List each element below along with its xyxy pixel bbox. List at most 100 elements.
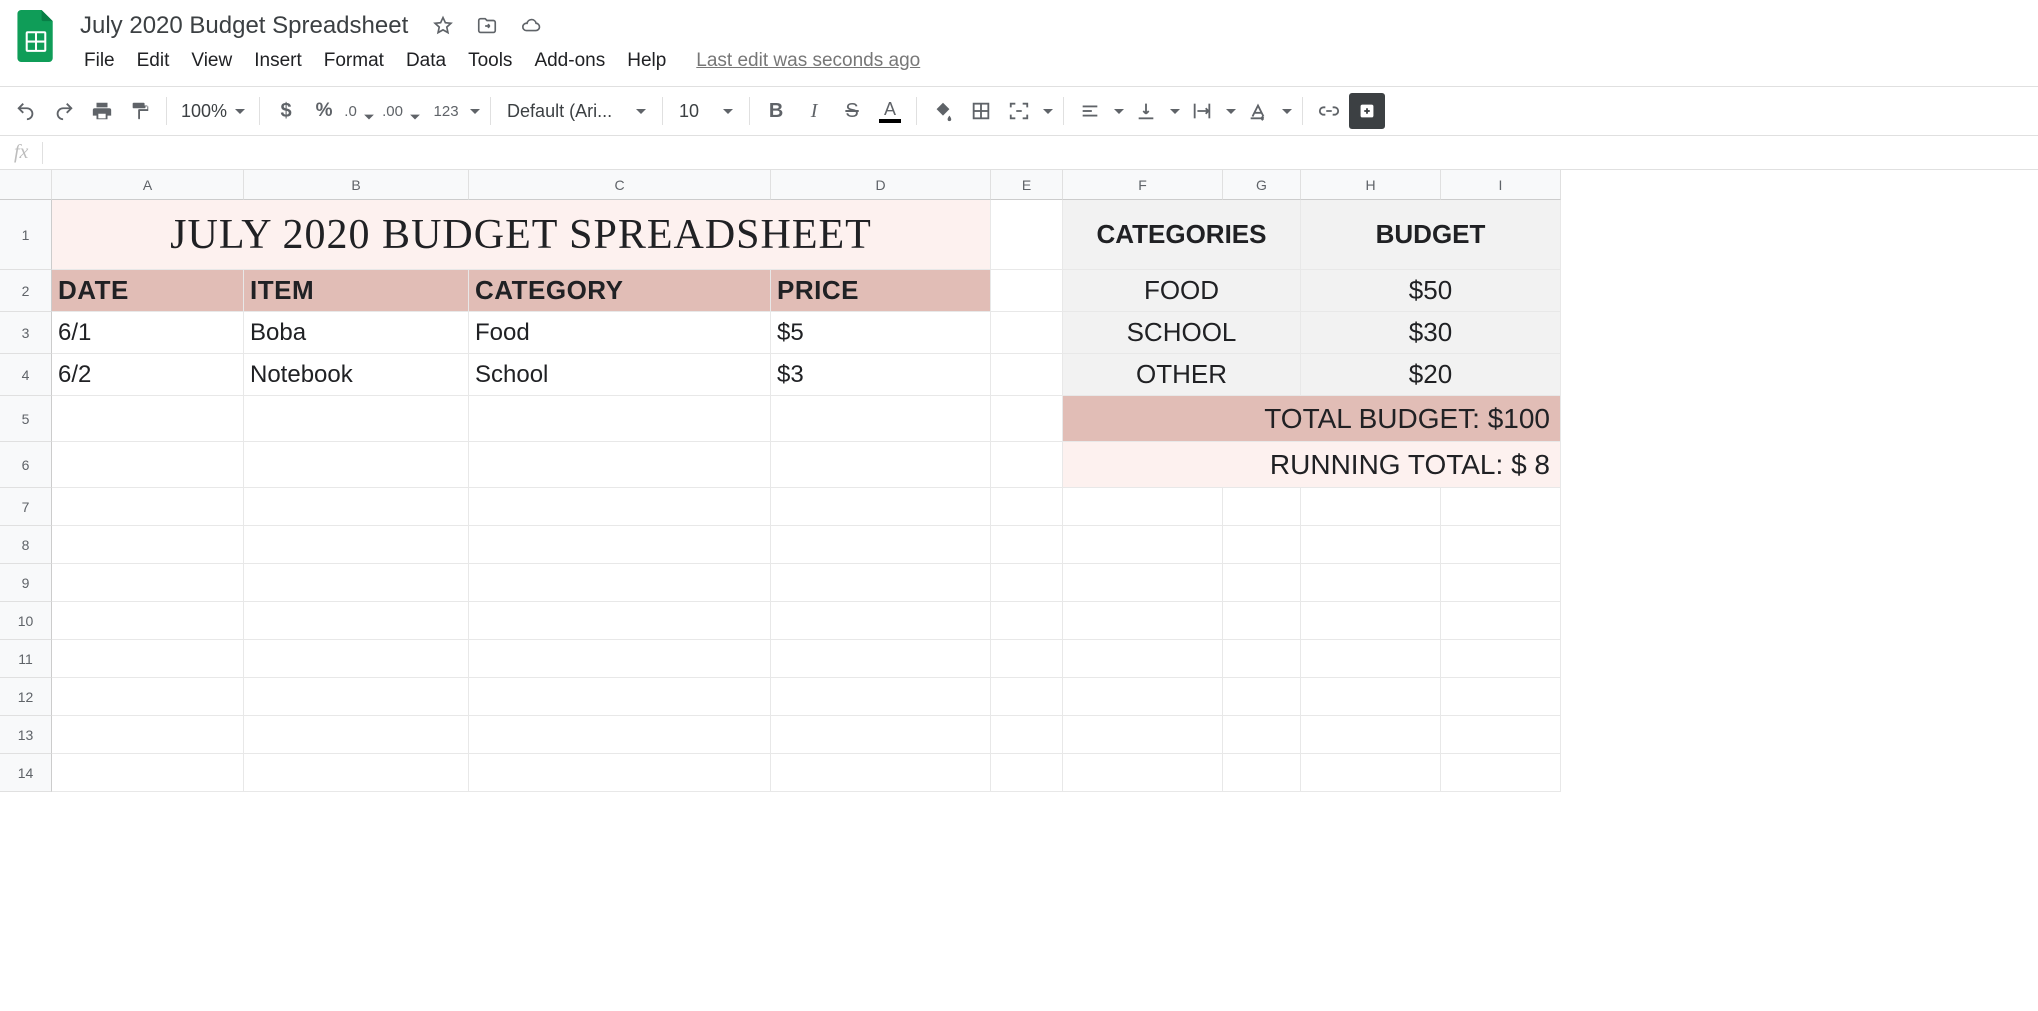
cell[interactable] bbox=[1063, 678, 1223, 716]
menu-addons[interactable]: Add-ons bbox=[524, 46, 615, 76]
cell[interactable] bbox=[771, 678, 991, 716]
cell[interactable] bbox=[469, 396, 771, 442]
menu-view[interactable]: View bbox=[181, 46, 242, 76]
insert-comment-button[interactable] bbox=[1349, 93, 1385, 129]
cell[interactable] bbox=[244, 396, 469, 442]
cell[interactable] bbox=[244, 526, 469, 564]
spreadsheet-grid[interactable]: ABCDEFGHI 1234567891011121314 JULY 2020 … bbox=[0, 170, 2038, 970]
cell[interactable] bbox=[1301, 678, 1441, 716]
cell[interactable] bbox=[52, 640, 244, 678]
entry-date[interactable]: 6/2 bbox=[52, 354, 244, 396]
row-header-11[interactable]: 11 bbox=[0, 640, 52, 678]
cell[interactable] bbox=[52, 564, 244, 602]
row-header-10[interactable]: 10 bbox=[0, 602, 52, 640]
cat-0[interactable]: FOOD bbox=[1063, 270, 1301, 312]
cell[interactable] bbox=[469, 526, 771, 564]
cell[interactable] bbox=[991, 442, 1063, 488]
entry-item[interactable]: Boba bbox=[244, 312, 469, 354]
decrease-decimal-button[interactable]: .0 bbox=[344, 93, 380, 129]
cell[interactable] bbox=[1441, 640, 1561, 678]
cell[interactable] bbox=[1063, 602, 1223, 640]
cell[interactable] bbox=[1441, 488, 1561, 526]
paint-format-button[interactable] bbox=[122, 93, 158, 129]
cell[interactable] bbox=[244, 564, 469, 602]
borders-button[interactable] bbox=[963, 93, 999, 129]
cloud-status-icon[interactable] bbox=[516, 11, 546, 41]
italic-button[interactable]: I bbox=[796, 93, 832, 129]
cell[interactable] bbox=[991, 716, 1063, 754]
cell[interactable] bbox=[1063, 564, 1223, 602]
cell[interactable] bbox=[1301, 602, 1441, 640]
strikethrough-button[interactable]: S bbox=[834, 93, 870, 129]
last-edit-link[interactable]: Last edit was seconds ago bbox=[696, 50, 920, 72]
column-header-E[interactable]: E bbox=[991, 170, 1063, 200]
cell[interactable] bbox=[469, 488, 771, 526]
cell[interactable] bbox=[1223, 754, 1301, 792]
cell[interactable] bbox=[771, 526, 991, 564]
cell[interactable] bbox=[771, 602, 991, 640]
horizontal-align-dropdown[interactable] bbox=[1072, 93, 1126, 129]
budget-header[interactable]: BUDGET bbox=[1301, 200, 1561, 270]
cell[interactable] bbox=[991, 354, 1063, 396]
cell[interactable] bbox=[1223, 526, 1301, 564]
menu-help[interactable]: Help bbox=[617, 46, 676, 76]
cell[interactable] bbox=[1301, 526, 1441, 564]
entry-date[interactable]: 6/1 bbox=[52, 312, 244, 354]
entry-category[interactable]: School bbox=[469, 354, 771, 396]
cell[interactable] bbox=[469, 442, 771, 488]
menu-file[interactable]: File bbox=[74, 46, 125, 76]
row-header-5[interactable]: 5 bbox=[0, 396, 52, 442]
cell[interactable] bbox=[1441, 602, 1561, 640]
cell[interactable] bbox=[991, 678, 1063, 716]
cell[interactable] bbox=[469, 754, 771, 792]
column-header-F[interactable]: F bbox=[1063, 170, 1223, 200]
increase-decimal-button[interactable]: .00 bbox=[382, 93, 426, 129]
menu-data[interactable]: Data bbox=[396, 46, 456, 76]
zoom-dropdown[interactable]: 100% bbox=[175, 101, 251, 122]
header-category[interactable]: CATEGORY bbox=[469, 270, 771, 312]
categories-header[interactable]: CATEGORIES bbox=[1063, 200, 1301, 270]
move-to-folder-icon[interactable] bbox=[472, 11, 502, 41]
cell[interactable] bbox=[1223, 640, 1301, 678]
cell[interactable] bbox=[1441, 678, 1561, 716]
cell[interactable] bbox=[1223, 564, 1301, 602]
cell[interactable] bbox=[52, 754, 244, 792]
column-header-H[interactable]: H bbox=[1301, 170, 1441, 200]
entry-item[interactable]: Notebook bbox=[244, 354, 469, 396]
fill-color-button[interactable] bbox=[925, 93, 961, 129]
cell[interactable] bbox=[771, 716, 991, 754]
menu-edit[interactable]: Edit bbox=[127, 46, 180, 76]
menu-tools[interactable]: Tools bbox=[458, 46, 522, 76]
cell[interactable] bbox=[52, 678, 244, 716]
cell[interactable] bbox=[52, 716, 244, 754]
row-header-12[interactable]: 12 bbox=[0, 678, 52, 716]
cat-1[interactable]: SCHOOL bbox=[1063, 312, 1301, 354]
cell[interactable] bbox=[1223, 488, 1301, 526]
cell[interactable] bbox=[244, 488, 469, 526]
column-header-C[interactable]: C bbox=[469, 170, 771, 200]
formula-input[interactable] bbox=[43, 136, 2038, 169]
cell[interactable] bbox=[771, 640, 991, 678]
text-color-button[interactable]: A bbox=[872, 93, 908, 129]
cell[interactable] bbox=[991, 200, 1063, 270]
cell[interactable] bbox=[991, 312, 1063, 354]
cell[interactable] bbox=[244, 716, 469, 754]
text-rotation-dropdown[interactable] bbox=[1240, 93, 1294, 129]
column-header-I[interactable]: I bbox=[1441, 170, 1561, 200]
entry-price[interactable]: $3 bbox=[771, 354, 991, 396]
vertical-align-dropdown[interactable] bbox=[1128, 93, 1182, 129]
cell[interactable] bbox=[771, 442, 991, 488]
bold-button[interactable]: B bbox=[758, 93, 794, 129]
print-button[interactable] bbox=[84, 93, 120, 129]
header-date[interactable]: DATE bbox=[52, 270, 244, 312]
row-header-2[interactable]: 2 bbox=[0, 270, 52, 312]
cell[interactable] bbox=[1223, 678, 1301, 716]
format-percent-button[interactable]: % bbox=[306, 93, 342, 129]
cell[interactable] bbox=[469, 564, 771, 602]
title-cell[interactable]: JULY 2020 BUDGET SPREADSHEET bbox=[52, 200, 991, 270]
cell[interactable] bbox=[1441, 564, 1561, 602]
more-formats-dropdown[interactable]: 123 bbox=[428, 93, 482, 129]
bud-1[interactable]: $30 bbox=[1301, 312, 1561, 354]
font-family-dropdown[interactable]: Default (Ari... bbox=[499, 101, 654, 122]
cell[interactable] bbox=[244, 602, 469, 640]
